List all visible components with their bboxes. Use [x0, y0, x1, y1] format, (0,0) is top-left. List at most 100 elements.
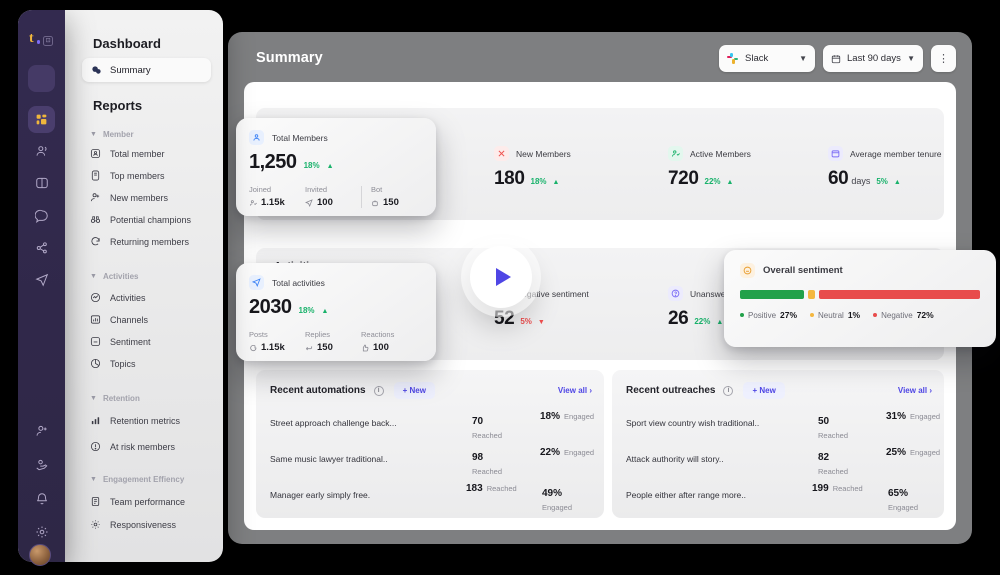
sidebar-item-channels[interactable]: Channels — [90, 314, 148, 325]
app-header: Summary Slack ▼ Last 90 days ▼ ⋮ — [228, 32, 972, 88]
clipboard-icon — [90, 496, 101, 507]
engaged-label: Engaged — [564, 448, 595, 457]
rail-automations[interactable] — [28, 234, 55, 261]
kpi-active-members[interactable]: Active Members 720 22% ▲ — [668, 146, 838, 190]
kpi-value: 720 — [668, 168, 699, 189]
card-header: Overall sentiment — [740, 263, 980, 278]
nav-group-activities[interactable]: ▼ Activities — [90, 272, 139, 281]
sentiment-bar-positive — [740, 290, 804, 299]
table-row[interactable]: Manager early simply free. 183 Reached 4… — [270, 478, 592, 514]
legend-label: Neutral — [818, 310, 844, 320]
sidebar-item-label: Summary — [110, 64, 151, 76]
breakdown-joined: Joined 1.15k — [249, 185, 305, 208]
view-all-automations-link[interactable]: View all › — [558, 386, 592, 395]
sidebar-item-activities[interactable]: Activities — [90, 292, 146, 303]
refresh-icon — [90, 236, 101, 247]
info-icon[interactable]: i — [723, 385, 734, 396]
new-outreach-button[interactable]: + New — [743, 382, 785, 399]
kpi-delta: 22% — [694, 317, 711, 326]
kpi-average-member-tenure[interactable]: Average member tenure 60 days 5% ▲ — [828, 146, 956, 190]
table-row[interactable]: Sport view country wish traditional.. 50… — [626, 406, 940, 442]
sidebar-item-label: Activities — [110, 292, 146, 303]
date-range-select[interactable]: Last 90 days ▼ — [823, 45, 923, 72]
breakdown-label: Joined — [249, 185, 272, 194]
reached-value: 183 — [466, 483, 483, 494]
card-delta: 18% — [298, 306, 315, 315]
rail-grid-dashboard[interactable] — [28, 106, 55, 133]
rail-invite[interactable] — [28, 417, 55, 444]
rail-members[interactable] — [28, 137, 55, 164]
play-video-button[interactable] — [470, 246, 532, 308]
calendar-icon — [831, 54, 841, 63]
table-row[interactable]: Street approach challenge back... 70 Rea… — [270, 406, 594, 442]
rail-outreach[interactable] — [28, 266, 55, 293]
info-icon[interactable]: i — [373, 385, 384, 396]
app-rail: t ⊡ — [18, 10, 65, 566]
engaged-metric: 49% Engaged — [542, 483, 572, 512]
new-automation-button[interactable]: + New — [393, 382, 435, 399]
sidebar-item-retention-metrics[interactable]: Retention metrics — [90, 415, 180, 426]
more-options-button[interactable]: ⋮ — [931, 45, 956, 72]
reached-label: Reached — [486, 484, 517, 493]
card-value: 2030 — [249, 296, 292, 318]
sidebar-item-responsiveness[interactable]: Responsiveness — [90, 519, 176, 530]
rail-reports[interactable] — [28, 169, 55, 196]
legend-neutral: Neutral 1% — [810, 310, 860, 320]
sentiment-bar-neutral — [807, 290, 816, 299]
sidebar-item-team-performance[interactable]: Team performance — [90, 496, 185, 507]
bar-chart-icon — [90, 314, 101, 325]
kpi-new-members[interactable]: New Members 180 18% ▲ — [494, 146, 664, 190]
sidebar-item-sentiment[interactable]: Sentiment — [90, 336, 151, 347]
sidebar-item-new-members[interactable]: New members — [90, 192, 168, 203]
total-members-detail-card[interactable]: Total Members 1,250 18% ▲ Joined 1.15k I… — [236, 118, 436, 216]
card-delta: 18% — [303, 161, 320, 170]
sidebar-item-potential-champions[interactable]: Potential champions — [90, 214, 191, 225]
source-select[interactable]: Slack ▼ — [719, 45, 815, 72]
card-title: Recent outreaches — [626, 385, 716, 396]
outreach-name: People either after range more.. — [626, 490, 747, 500]
sidebar-item-at-risk-members[interactable]: At risk members — [90, 441, 175, 452]
outreaches-rows: Sport view country wish traditional.. 50… — [626, 406, 940, 514]
play-icon — [495, 268, 511, 286]
view-all-label: View all — [557, 386, 588, 395]
sidebar-item-total-member[interactable]: Total member — [90, 148, 165, 159]
nav-group-member[interactable]: ▼ Member — [90, 130, 134, 139]
user-x-icon — [494, 146, 509, 161]
rail-settings[interactable] — [28, 518, 55, 545]
rail-handshake[interactable] — [28, 451, 55, 478]
engaged-label: Engaged — [910, 448, 941, 457]
workspace-switcher[interactable] — [28, 65, 55, 92]
activity-icon — [90, 292, 101, 303]
table-row[interactable]: Attack authority will story.. 82 Reached… — [626, 442, 940, 478]
table-row[interactable]: Same music lawyer traditional.. 98 Reach… — [270, 442, 595, 478]
kpi-delta: 5% — [520, 317, 532, 326]
total-activities-detail-card[interactable]: Total activities 2030 18% ▲ Posts 1.15k … — [236, 263, 436, 361]
page-title: Summary — [256, 50, 323, 66]
legend-label: Positive — [748, 310, 777, 320]
sidebar-item-returning-members[interactable]: Returning members — [90, 236, 189, 247]
sidebar-item-topics[interactable]: Topics — [90, 358, 136, 369]
view-all-outreaches-link[interactable]: View all › — [898, 386, 932, 395]
nav-group-label: Activities — [102, 272, 139, 281]
award-icon — [90, 170, 101, 181]
table-row[interactable]: People either after range more.. 199 Rea… — [626, 478, 932, 514]
card-title: Overall sentiment — [763, 265, 843, 276]
nav-group-engagement-effiency[interactable]: ▼ Engagement Effiency — [90, 475, 184, 484]
rail-notifications[interactable] — [28, 485, 55, 512]
nav-group-retention[interactable]: ▼ Retention — [90, 394, 140, 403]
chevron-right-icon: › — [589, 386, 592, 395]
avatar[interactable] — [29, 544, 51, 566]
collapse-panel-icon[interactable]: ⊡ — [43, 35, 54, 46]
gear-icon — [35, 525, 48, 538]
app-logo[interactable]: t ⊡ — [29, 32, 54, 46]
sidebar-item-summary[interactable]: Summary — [82, 58, 211, 82]
user-check-icon — [249, 199, 257, 206]
card-label: Total Members — [272, 132, 328, 143]
rail-chat[interactable] — [28, 202, 55, 229]
legend-value: 72% — [916, 310, 934, 320]
recent-automations-header: Recent automations i + New View all › — [270, 382, 592, 399]
sidebar-item-top-members[interactable]: Top members — [90, 170, 165, 181]
overall-sentiment-card[interactable]: Overall sentiment Positive 27% Neutral 1… — [724, 250, 996, 347]
trend-down-icon: ▼ — [537, 319, 545, 326]
trend-up-icon: ▲ — [716, 319, 724, 326]
